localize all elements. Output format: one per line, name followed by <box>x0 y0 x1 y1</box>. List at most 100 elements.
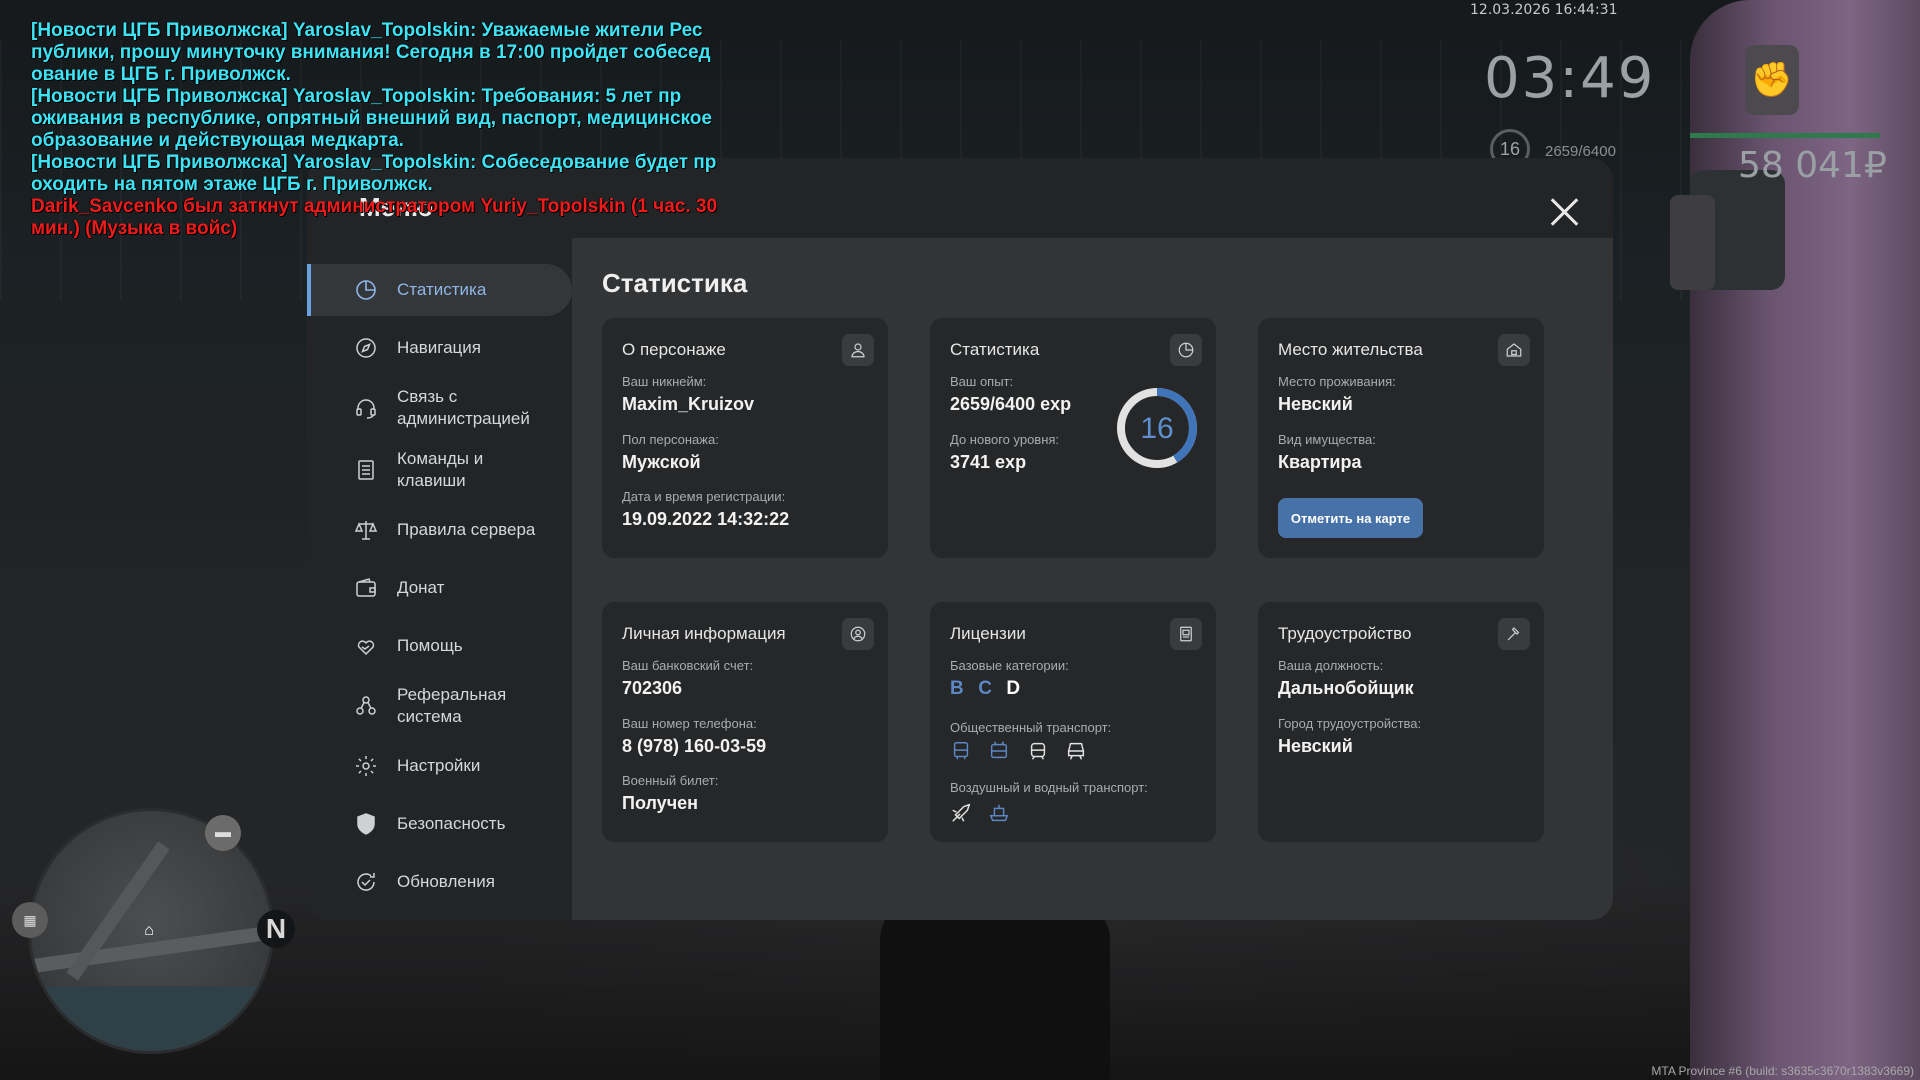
sidebar-item-statistics[interactable]: Статистика <box>307 264 572 316</box>
card-character: О персонаже Ваш никнейм: Maxim_Kruizov П… <box>602 318 888 558</box>
sidebar-item-label: Навигация <box>397 338 481 357</box>
health-bar <box>1690 133 1880 138</box>
card-title: Трудоустройство <box>1278 624 1412 643</box>
close-icon[interactable] <box>1547 194 1583 230</box>
field-label: Ваш опыт: <box>950 374 1014 389</box>
sidebar-item-label: Реферальная система <box>397 685 507 726</box>
sidebar-item-security[interactable]: Безопасность <box>307 798 572 850</box>
field-label: Общественный транспорт: <box>950 720 1112 735</box>
field-label: Ваш банковский счет: <box>622 658 754 673</box>
field-label: Вид имущества: <box>1278 432 1376 447</box>
content-panel: Статистика О персонаже Ваш никнейм: Maxi… <box>572 238 1613 920</box>
nickname-value: Maxim_Kruizov <box>622 394 755 414</box>
gender-value: Мужской <box>622 452 701 472</box>
military-id-value: Получен <box>622 793 699 813</box>
minimap-water <box>31 986 271 1051</box>
level-value: 16 <box>1140 412 1173 445</box>
card-stats: Статистика Ваш опыт: 2659/6400 exp До но… <box>930 318 1216 558</box>
compass-icon <box>356 338 376 358</box>
building-marker-icon: ▦ <box>12 902 48 938</box>
license-document-icon <box>1170 618 1202 650</box>
hud-datetime: 12.03.2026 16:44:31 <box>1470 2 1618 18</box>
chat-line: Darik_Savcenko был заткнут администратор… <box>31 196 718 217</box>
sidebar-item-settings[interactable]: Настройки <box>307 740 572 792</box>
people-network-icon <box>356 696 376 715</box>
field-label: Воздушный и водный транспорт: <box>950 780 1148 795</box>
field-label: Ваш номер телефона: <box>622 716 757 731</box>
user-circle-icon <box>842 618 874 650</box>
tram-icon <box>1030 742 1046 760</box>
sidebar-item-label: Связь с администрацией <box>397 387 530 428</box>
chat-line: оходить на пятом этаже ЦГБ г. Приволжск. <box>31 174 433 195</box>
license-category-c: C <box>978 678 992 699</box>
sidebar-item-help[interactable]: Помощь <box>307 620 572 672</box>
sidebar-item-label: Безопасность <box>397 814 506 833</box>
property-value: Квартира <box>1278 452 1362 472</box>
bus-icon <box>953 742 969 760</box>
sidebar-item-label: Донат <box>397 578 445 597</box>
mark-on-map-button[interactable]: Отметить на карте <box>1278 498 1423 538</box>
sidebar-item-label: Помощь <box>397 636 463 655</box>
residence-value: Невский <box>1278 394 1353 414</box>
player-marker-icon: ⌂ <box>144 922 154 939</box>
sidebar-item-donate[interactable]: Донат <box>307 562 572 614</box>
sidebar-item-label: Статистика <box>397 280 487 299</box>
sidebar-item-admin-contact[interactable]: Связь с администрацией <box>307 380 572 436</box>
sidebar-item-label: Обновления <box>397 872 495 891</box>
field-label: Пол персонажа: <box>622 432 719 447</box>
chat-line: [Новости ЦГБ Приволжска] Yaroslav_Topols… <box>31 152 717 173</box>
fist-icon: ✊ <box>1745 45 1799 115</box>
sidebar-item-commands[interactable]: Команды и клавиши <box>307 442 572 498</box>
exp-value: 2659/6400 exp <box>950 394 1072 414</box>
registration-value: 19.09.2022 14:32:22 <box>622 509 790 529</box>
headset-icon <box>356 399 376 419</box>
chat-line: мин.) (Музыка в войс) <box>31 218 238 239</box>
job-position-value: Дальнобойщик <box>1278 678 1414 698</box>
truck-mirror <box>1670 195 1715 290</box>
chat-line: [Новости ЦГБ Приволжска] Yaroslav_Topols… <box>31 86 682 107</box>
hud-clock: 03:49 <box>1484 46 1656 111</box>
chat-line: ование в ЦГБ г. Приволжск. <box>31 64 291 85</box>
sidebar-item-referral[interactable]: Реферальная система <box>307 678 572 734</box>
heart-hand-icon <box>357 640 375 656</box>
scales-icon <box>354 521 378 540</box>
sidebar-item-label: Настройки <box>397 756 481 775</box>
chat-line: [Новости ЦГБ Приволжска] Yaroslav_Topols… <box>31 20 703 41</box>
license-category-b: B <box>950 678 964 699</box>
sidebar-item-updates[interactable]: Обновления <box>307 856 572 908</box>
license-category-d: D <box>1006 678 1021 699</box>
wallet-icon <box>356 578 376 597</box>
chat-line: публики, прошу минуточку внимания! Сегод… <box>31 42 711 63</box>
shield-icon <box>357 813 375 835</box>
sidebar-item-navigation[interactable]: Навигация <box>307 322 572 374</box>
sidebar-item-label: Правила сервера <box>397 520 536 539</box>
card-title: Статистика <box>950 340 1040 359</box>
next-level-value: 3741 exp <box>950 452 1027 472</box>
field-label: Город трудоустройства: <box>1278 716 1422 731</box>
card-residence: Место жительства Место проживания: Невск… <box>1258 318 1544 558</box>
level-progress-ring: 16 <box>1117 388 1197 468</box>
field-label: До нового уровня: <box>950 432 1060 447</box>
card-personal-info: Личная информация Ваш банковский счет: 7… <box>602 602 888 842</box>
sidebar-item-rules[interactable]: Правила сервера <box>307 504 572 556</box>
minimap: ⌂ <box>28 808 274 1054</box>
field-label: Ваш никнейм: <box>622 374 707 389</box>
gear-icon <box>356 756 376 776</box>
plane-icon <box>952 803 971 822</box>
trolleybus-icon <box>991 741 1008 759</box>
home-icon <box>1498 334 1530 366</box>
field-label: Дата и время регистрации: <box>622 489 786 504</box>
pie-chart-icon <box>356 280 376 300</box>
air-water-transport-icons <box>950 802 1022 824</box>
card-title: Личная информация <box>622 624 786 643</box>
hud-money: 58 041₽ <box>1738 145 1887 186</box>
background-figure <box>880 900 1110 1080</box>
refresh-check-icon <box>357 873 375 891</box>
train-icon <box>1068 742 1085 760</box>
card-employment: Трудоустройство Ваша должность: Дальнобо… <box>1258 602 1544 842</box>
card-title: Лицензии <box>950 624 1026 643</box>
field-label: Военный билет: <box>622 773 719 788</box>
chat-line: образование и действующая медкарта. <box>31 130 404 151</box>
bank-account-value: 702306 <box>622 678 683 698</box>
field-label: Ваша должность: <box>1278 658 1384 673</box>
